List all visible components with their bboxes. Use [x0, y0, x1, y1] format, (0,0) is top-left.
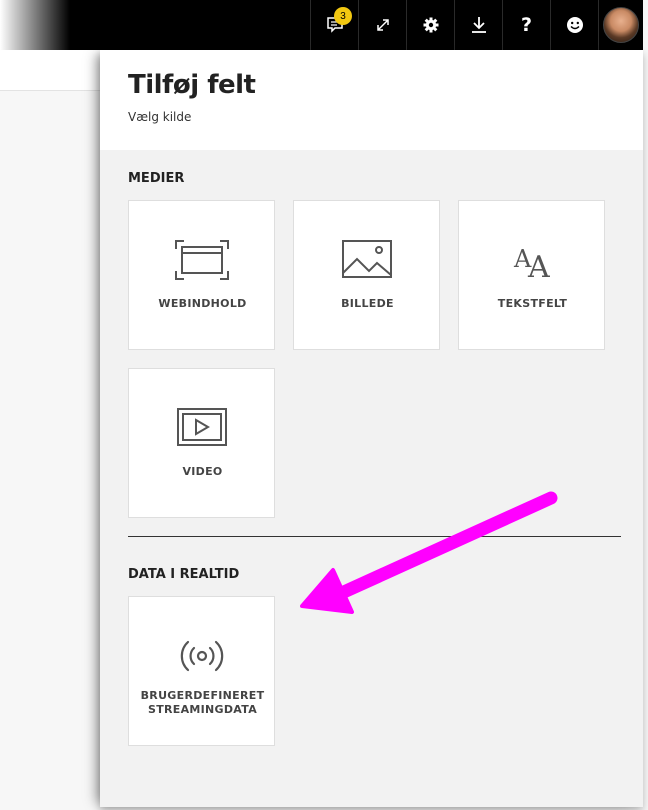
section-title-media: MEDIER: [128, 171, 185, 186]
help-button[interactable]: ?: [502, 0, 550, 50]
fullscreen-icon: [376, 19, 389, 31]
section-title-realtime: DATA I REALTID: [128, 567, 240, 582]
tile-image[interactable]: BILLEDE: [293, 200, 440, 350]
tile-label: WEBINDHOLD: [158, 297, 247, 310]
gear-icon: [423, 17, 438, 33]
download-button[interactable]: [454, 0, 502, 50]
tile-web-content[interactable]: WEBINDHOLD: [128, 200, 275, 350]
smiley-icon: [566, 17, 583, 33]
feedback-button[interactable]: [550, 0, 598, 50]
help-icon: ?: [520, 14, 533, 36]
tile-label: TEKSTFELT: [497, 297, 568, 310]
panel-header: Tilføj felt Vælg kilde: [100, 50, 643, 150]
avatar: [603, 7, 639, 43]
tile-label: BILLEDE: [341, 297, 394, 310]
account-button[interactable]: [598, 0, 643, 50]
add-tile-panel: Tilføj felt Vælg kilde MEDIER WEBINDHOLD…: [100, 50, 643, 807]
tile-label-line: BRUGERDEFINERET: [140, 689, 265, 702]
tile-text-box[interactable]: A A TEKSTFELT: [458, 200, 605, 350]
background-strip: [0, 50, 110, 91]
video-icon: [177, 408, 227, 446]
web-content-icon: [175, 240, 229, 280]
text-box-icon: A A: [513, 245, 550, 281]
tile-label-line: STREAMINGDATA: [147, 703, 258, 716]
panel-subtitle: Vælg kilde: [128, 110, 192, 124]
notification-count-badge: 3: [334, 7, 352, 25]
tile-custom-streaming[interactable]: BRUGERDEFINERET STREAMINGDATA: [128, 596, 275, 746]
tile-label: VIDEO: [182, 465, 223, 478]
tile-video[interactable]: VIDEO: [128, 368, 275, 518]
image-icon: [342, 240, 392, 278]
section-divider: [128, 536, 621, 537]
streaming-icon: [180, 640, 224, 672]
toolbar-fade: [0, 0, 70, 50]
notifications-button[interactable]: 3: [310, 0, 358, 50]
fullscreen-button[interactable]: [358, 0, 406, 50]
tile-label: BRUGERDEFINERET STREAMINGDATA: [129, 689, 276, 717]
download-icon: [471, 17, 486, 33]
top-toolbar: 3 ?: [0, 0, 643, 50]
text-glyph-large: A: [527, 250, 550, 281]
panel-title: Tilføj felt: [128, 70, 256, 100]
settings-button[interactable]: [406, 0, 454, 50]
